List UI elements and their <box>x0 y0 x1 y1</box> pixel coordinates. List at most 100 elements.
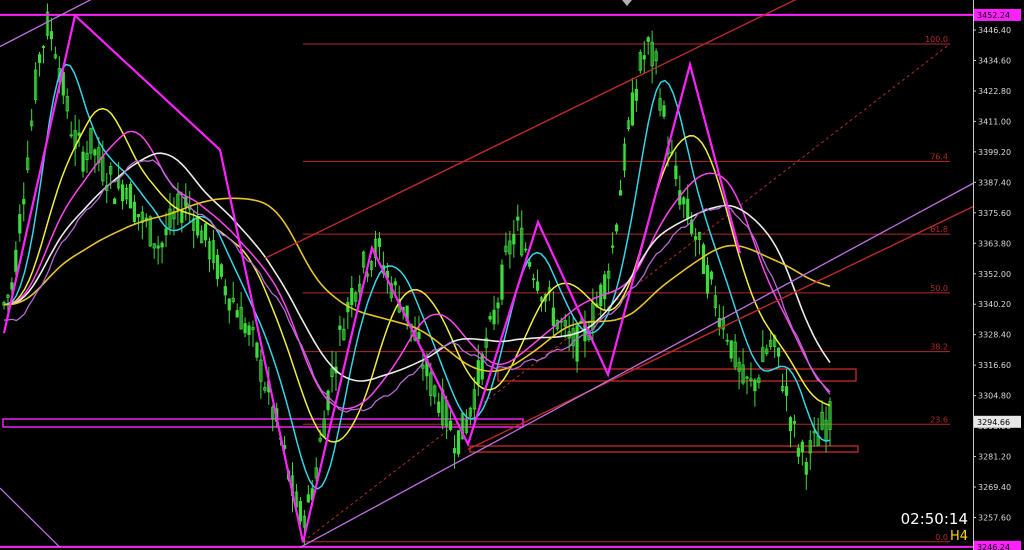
candle-body <box>160 242 164 248</box>
low-price-tag-label: 3246.24 <box>977 543 1010 550</box>
candle-body <box>618 190 623 196</box>
candle-body <box>18 214 22 234</box>
candle-body <box>156 245 160 249</box>
candle-body <box>93 149 97 156</box>
candle-body <box>132 201 137 222</box>
candle-body <box>14 249 18 272</box>
fib-level-label: 50.0 <box>930 284 948 293</box>
axis-tick-label: 3281.20 <box>978 453 1011 462</box>
candle-body <box>804 461 808 475</box>
candle-body <box>120 184 125 202</box>
candle-body <box>255 342 259 358</box>
axis-tick-label: 3340.20 <box>978 300 1011 309</box>
candle-body <box>338 325 342 330</box>
candle-body <box>247 325 251 335</box>
timeframe-label: H4 <box>949 529 968 544</box>
axis-tick-label: 3269.40 <box>978 483 1011 492</box>
fib-level-label: 100.0 <box>925 35 948 44</box>
price-axis: 3446.40 3434.60 3422.80 3411.00 3399.20 3387.… <box>973 0 1024 550</box>
candle-body <box>437 401 441 413</box>
candle-body <box>512 234 516 245</box>
candle-body <box>456 430 461 455</box>
candle-body <box>113 198 117 205</box>
candle-body <box>694 236 698 240</box>
candle-body <box>77 132 81 136</box>
axis-tick-label: 3399.20 <box>978 148 1011 157</box>
candle-body <box>128 183 133 209</box>
candle-body <box>350 287 354 306</box>
axis-tick-label: 3411.00 <box>978 117 1011 126</box>
axis-tick-label: 3304.80 <box>978 392 1011 401</box>
candle-body <box>796 447 800 457</box>
candle-body <box>223 286 227 296</box>
current-price-tag-label: 3294.66 <box>977 418 1010 427</box>
candle-body <box>682 197 686 205</box>
candle-body <box>81 151 85 172</box>
candle-body <box>674 165 678 180</box>
candle-body <box>196 216 200 236</box>
candle-body <box>227 298 231 311</box>
candle-body <box>642 55 646 60</box>
candle-body <box>777 347 781 357</box>
candle-body <box>496 302 500 309</box>
candle-body <box>417 332 421 339</box>
candle-body <box>614 224 619 232</box>
candle-body <box>788 417 793 432</box>
candle-body <box>524 248 528 251</box>
candle-body <box>164 228 168 236</box>
candle-body <box>705 265 710 294</box>
chart-shift-marker[interactable] <box>622 0 632 6</box>
candle-body <box>452 448 457 454</box>
candle-body <box>448 420 453 431</box>
candle-body <box>729 340 733 359</box>
candle-body <box>701 244 706 275</box>
candle-body <box>528 261 532 267</box>
candle-body <box>215 254 220 280</box>
price-chart[interactable]: 100.076.461.850.038.223.60.0 3446.403434… <box>0 0 1024 550</box>
candle-body <box>646 37 650 42</box>
fib-level-label: 38.2 <box>930 343 948 352</box>
fib-level-label: 23.6 <box>930 415 948 424</box>
candle-body <box>235 310 239 318</box>
candle-body <box>488 316 492 320</box>
axis-tick-label: 3328.40 <box>978 331 1011 340</box>
candle-body <box>136 214 140 218</box>
axis-tick-label: 3316.60 <box>978 361 1011 370</box>
candle-body <box>745 376 749 379</box>
candle-body <box>611 245 615 248</box>
candle-body <box>37 54 42 63</box>
candle-body <box>535 281 540 291</box>
candle-body <box>551 307 555 326</box>
axis-tick-label: 3363.80 <box>978 239 1011 248</box>
high-price-tag-label: 3452.24 <box>977 11 1010 20</box>
candle-body <box>753 379 757 392</box>
axis-tick-label: 3352.00 <box>978 270 1011 279</box>
candle-body <box>393 281 397 286</box>
candle-body <box>492 309 496 325</box>
candle-body <box>49 31 54 40</box>
candle-body <box>662 105 666 117</box>
candle-body <box>22 198 26 205</box>
candle-body <box>800 441 804 453</box>
candle-body <box>41 46 46 48</box>
candle-body <box>69 134 73 137</box>
candle-body <box>634 88 638 101</box>
candle-body <box>10 282 14 290</box>
fib-level-label: 76.4 <box>930 152 948 161</box>
candle-body <box>203 223 208 241</box>
candle-body <box>306 494 310 503</box>
candle-body <box>500 264 504 300</box>
candle-body <box>630 92 634 126</box>
chart-background <box>0 0 1024 550</box>
candle-body <box>709 271 714 280</box>
axis-tick-label: 3375.60 <box>978 209 1011 218</box>
candle-body <box>480 353 484 380</box>
axis-tick-label: 3387.40 <box>978 178 1011 187</box>
candle-body <box>476 360 480 385</box>
axis-tick-label: 3446.40 <box>978 26 1011 35</box>
candle-body <box>298 501 303 522</box>
fib-level-label: 0.0 <box>935 533 948 542</box>
candle-body <box>784 386 789 396</box>
axis-tick-label: 3422.80 <box>978 87 1011 96</box>
candle-body <box>575 325 579 362</box>
